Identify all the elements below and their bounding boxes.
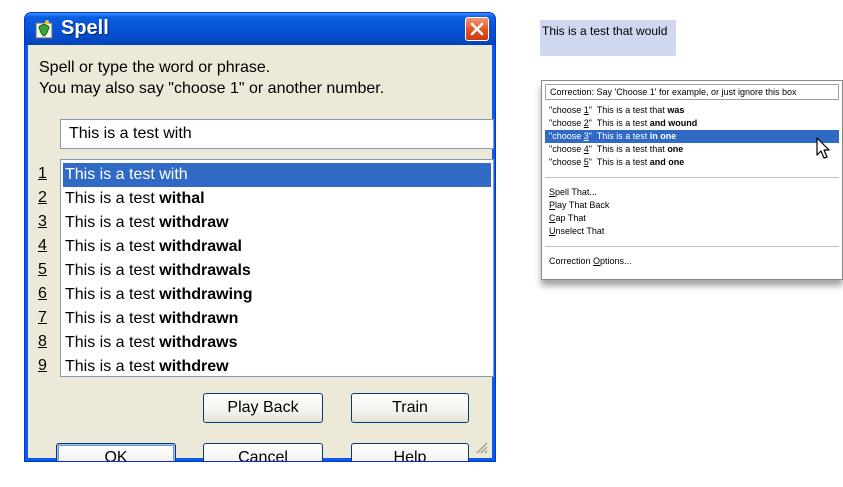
option-suggestion: and wound — [649, 118, 698, 128]
candidate-item[interactable]: This is a test withdrew — [63, 355, 491, 379]
menu-separator — [545, 177, 839, 178]
command-text: lay That Back — [555, 200, 610, 210]
candidate-number: 7 — [38, 309, 47, 326]
play-back-button[interactable]: Play Back — [203, 393, 323, 423]
candidate-number: 3 — [38, 213, 47, 230]
command-item[interactable]: Unselect That — [542, 225, 842, 238]
candidate-suggestion: withdrawal — [159, 238, 242, 255]
candidate-list[interactable]: This is a test with This is a test withal… — [60, 159, 494, 377]
option-text: This is a test that — [591, 105, 668, 115]
candidate-item[interactable]: This is a test with — [63, 163, 491, 187]
dialog-body: Spell or type the word or phrase. You ma… — [28, 45, 494, 461]
candidate-suggestion: withdrawing — [159, 286, 253, 303]
option-suggestion: in one — [649, 131, 677, 141]
candidate-item[interactable]: This is a test withal — [63, 187, 491, 211]
dialog-title: Spell — [61, 17, 109, 39]
option-suggestion: was — [667, 105, 685, 115]
candidate-text: This is a test — [65, 214, 160, 231]
candidate-suggestion: withdrawals — [159, 262, 251, 279]
candidate-number: 1 — [38, 165, 47, 182]
options-item-text: Correction — [549, 256, 594, 266]
choose-label: "choose — [549, 131, 584, 141]
command-item[interactable]: Play That Back — [542, 199, 842, 212]
candidate-item[interactable]: This is a test withdrawal — [63, 235, 491, 259]
candidate-number: 8 — [38, 333, 47, 350]
candidate-text: This is a test — [65, 262, 160, 279]
command-text: nselect That — [555, 226, 605, 236]
correction-commands: Spell That... Play That Back Cap That Unsel… — [542, 186, 842, 238]
title-bar[interactable]: Spell — [25, 13, 495, 45]
candidate-text: This is a test with — [65, 166, 188, 183]
help-button[interactable]: Help — [351, 443, 469, 461]
candidate-item[interactable]: This is a test withdrawing — [63, 283, 491, 307]
candidate-suggestion: withdraws — [159, 334, 238, 351]
candidate-item[interactable]: This is a test withdrawals — [63, 259, 491, 283]
option-text: This is a test — [591, 157, 650, 167]
correction-option[interactable]: "choose 4" This is a test that one — [542, 143, 842, 156]
candidate-suggestion: withal — [159, 190, 205, 207]
choose-label: "choose — [549, 157, 584, 167]
instruction-line-1: Spell or type the word or phrase. — [39, 59, 271, 76]
choose-label: "choose — [549, 144, 584, 154]
candidate-text: This is a test — [65, 190, 160, 207]
candidate-item[interactable]: This is a test withdraws — [63, 331, 491, 355]
candidate-suggestion: withdrawn — [159, 310, 239, 327]
command-text: pell That... — [555, 187, 597, 197]
instruction-line-2: You may also say "choose 1" or another n… — [39, 80, 385, 97]
candidate-suggestion: withdraw — [159, 214, 229, 231]
options-item-accel: O — [593, 256, 601, 266]
ok-button[interactable]: OK — [56, 443, 176, 461]
correction-options-item[interactable]: Correction Options... — [542, 255, 842, 268]
close-button[interactable] — [465, 17, 489, 41]
candidate-item[interactable]: This is a test withdraw — [63, 211, 491, 235]
candidate-number: 9 — [38, 357, 47, 374]
candidate-numbers: 1 2 3 4 5 6 7 8 9 — [38, 162, 60, 378]
correction-header: Correction: Say 'Choose 1' for example, … — [545, 84, 839, 100]
candidate-text: This is a test — [65, 286, 160, 303]
choose-label: "choose — [549, 105, 584, 115]
candidate-text: This is a test — [65, 334, 160, 351]
correction-menu: Correction: Say 'Choose 1' for example, … — [541, 80, 843, 280]
correction-option[interactable]: "choose 3" This is a test in one — [545, 130, 839, 143]
candidate-number: 6 — [38, 285, 47, 302]
instructions: Spell or type the word or phrase. You ma… — [39, 57, 384, 99]
dictated-text[interactable]: This is a test that would — [540, 20, 676, 56]
candidate-text: This is a test — [65, 358, 160, 375]
mouse-cursor-icon — [816, 137, 830, 159]
menu-separator — [545, 246, 839, 247]
command-item[interactable]: Spell That... — [542, 186, 842, 199]
option-text: This is a test — [591, 118, 650, 128]
command-item[interactable]: Cap That — [542, 212, 842, 225]
option-suggestion: one — [667, 144, 684, 154]
candidate-number: 5 — [38, 261, 47, 278]
correction-option[interactable]: "choose 5" This is a test and one — [542, 156, 842, 169]
option-text: This is a test — [591, 131, 650, 141]
command-text: ap That — [555, 213, 586, 223]
close-icon — [470, 22, 484, 36]
candidate-suggestion: withdrew — [159, 358, 229, 375]
candidate-text: This is a test — [65, 310, 160, 327]
train-button[interactable]: Train — [351, 393, 469, 423]
resize-grip-icon[interactable] — [474, 440, 488, 454]
option-suggestion: and one — [649, 157, 685, 167]
cancel-button[interactable]: Cancel — [203, 443, 323, 461]
candidate-text: This is a test — [65, 238, 160, 255]
correction-option[interactable]: "choose 2" This is a test and wound — [542, 117, 842, 130]
candidate-item[interactable]: This is a test withdrawn — [63, 307, 491, 331]
correction-option[interactable]: "choose 1" This is a test that was — [542, 104, 842, 117]
choose-label: "choose — [549, 118, 584, 128]
correction-options: "choose 1" This is a test that was "choos… — [542, 104, 842, 169]
option-text: This is a test that — [591, 144, 668, 154]
options-item-rest: ptions... — [600, 256, 632, 266]
candidate-number: 2 — [38, 189, 47, 206]
spell-input[interactable]: This is a test with — [60, 119, 494, 149]
spell-dialog: Spell Spell or type the word or phrase. … — [24, 12, 496, 462]
candidate-number: 4 — [38, 237, 47, 254]
app-icon — [35, 20, 53, 39]
